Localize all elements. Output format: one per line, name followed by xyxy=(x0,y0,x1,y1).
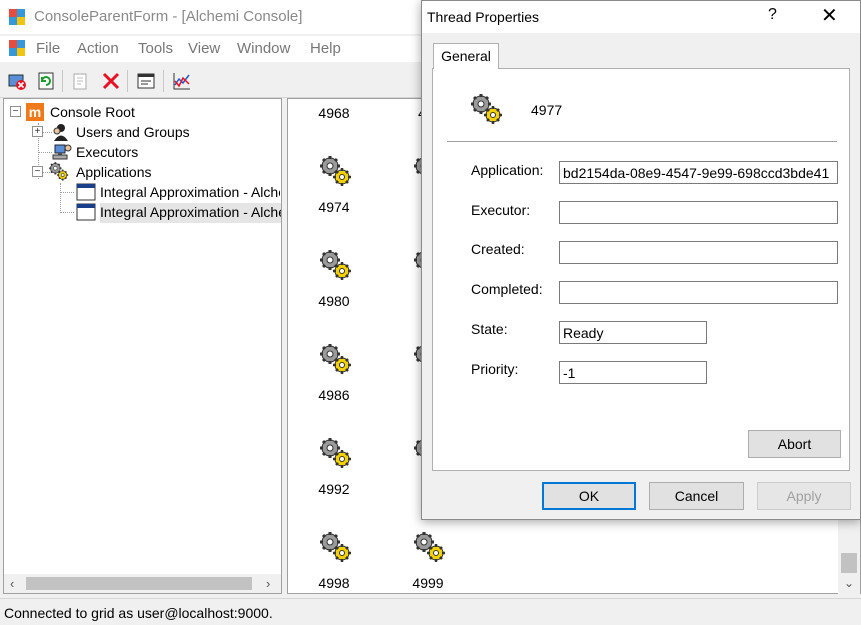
tree-item-executors[interactable]: Executors xyxy=(76,144,138,160)
thread-id: 4977 xyxy=(531,102,563,118)
window-title: ConsoleParentForm - [Alchemi Console] xyxy=(34,8,303,25)
menu-window[interactable]: Window xyxy=(237,40,290,57)
help-button[interactable]: ? xyxy=(768,6,777,24)
applications-expander[interactable]: − xyxy=(32,166,43,177)
root-expander[interactable]: − xyxy=(10,106,21,117)
thread-item-label: 4968 xyxy=(318,105,350,121)
tree-item-users-groups[interactable]: Users and Groups xyxy=(76,124,190,140)
list-scroll-thumb[interactable] xyxy=(841,553,857,573)
thread-gears-icon xyxy=(469,92,505,130)
priority-label: Priority: xyxy=(471,361,519,377)
console-root-icon: m xyxy=(26,103,44,124)
properties-button[interactable] xyxy=(134,69,158,93)
tree-horizontal-scrollbar[interactable]: ‹ › xyxy=(3,574,282,594)
tree-item-console-root[interactable]: Console Root xyxy=(50,104,135,120)
applications-icon xyxy=(48,161,70,186)
delete-button[interactable] xyxy=(99,69,123,93)
priority-field[interactable] xyxy=(559,361,707,384)
thread-item[interactable]: 4999 xyxy=(398,530,458,593)
delete-x-icon xyxy=(102,72,120,90)
thread-gears-icon xyxy=(318,530,354,568)
apply-button[interactable]: Apply xyxy=(757,482,851,510)
svg-text:m: m xyxy=(29,104,41,120)
connection-status: Connected to grid as user@localhost:9000… xyxy=(4,605,273,621)
tree-item-applications[interactable]: Applications xyxy=(76,164,152,180)
menu-help[interactable]: Help xyxy=(310,40,341,57)
scroll-right-icon[interactable]: › xyxy=(266,576,270,591)
refresh-button[interactable] xyxy=(34,69,58,93)
chart-icon xyxy=(173,73,190,90)
tree-item-application-selected[interactable]: Integral Approximation - Alcher xyxy=(100,203,281,223)
state-label: State: xyxy=(471,321,508,337)
thread-gears-icon xyxy=(318,342,354,380)
thread-item-label: 4998 xyxy=(318,575,350,591)
disconnect-icon xyxy=(8,74,26,90)
chart-button[interactable] xyxy=(170,69,194,93)
thread-properties-dialog: Thread Properties ? ✕ General 4977 Appli… xyxy=(421,0,861,520)
thread-gears-icon xyxy=(318,154,354,192)
dialog-title-bar: Thread Properties ? ✕ xyxy=(422,1,860,33)
completed-label: Completed: xyxy=(471,281,543,297)
tree-item-application[interactable]: Integral Approximation - Alcher xyxy=(100,184,280,200)
executor-field[interactable] xyxy=(559,201,838,224)
new-button[interactable] xyxy=(68,69,92,93)
properties-icon xyxy=(137,73,155,89)
menu-file[interactable]: File xyxy=(36,40,60,57)
thread-item[interactable]: 4986 xyxy=(304,342,364,413)
ok-button[interactable]: OK xyxy=(542,482,636,510)
cancel-button[interactable]: Cancel xyxy=(649,482,744,510)
menu-action[interactable]: Action xyxy=(77,40,119,57)
application-window-icon xyxy=(76,183,96,204)
thread-item-label: 4986 xyxy=(318,387,350,403)
general-tab-panel: 4977 Application: Executor: Created: Com… xyxy=(432,68,850,471)
thread-item[interactable]: 4980 xyxy=(304,248,364,319)
console-tree[interactable]: − m Console Root + Users and Groups Exec… xyxy=(3,98,282,594)
thread-item-label: 4999 xyxy=(412,575,444,591)
tab-general[interactable]: General xyxy=(433,43,499,69)
mdi-child-icon[interactable] xyxy=(9,40,25,59)
disconnect-button[interactable] xyxy=(5,69,29,93)
close-icon[interactable]: ✕ xyxy=(821,3,838,28)
refresh-icon xyxy=(38,72,54,90)
status-bar: Connected to grid as user@localhost:9000… xyxy=(0,598,861,625)
tree-scroll-thumb[interactable] xyxy=(26,577,252,590)
thread-item[interactable]: 4992 xyxy=(304,436,364,507)
dialog-title: Thread Properties xyxy=(427,9,540,25)
menu-view[interactable]: View xyxy=(188,40,220,57)
scroll-down-icon[interactable]: ⌄ xyxy=(844,576,854,590)
thread-item-label: 4974 xyxy=(318,199,350,215)
menu-tools[interactable]: Tools xyxy=(138,40,173,57)
executor-label: Executor: xyxy=(471,202,531,218)
thread-item-label: 4992 xyxy=(318,481,350,497)
abort-button[interactable]: Abort xyxy=(748,430,841,458)
thread-gears-icon xyxy=(412,530,448,568)
thread-item[interactable]: 4974 xyxy=(304,154,364,225)
completed-field[interactable] xyxy=(559,281,838,304)
application-window-icon xyxy=(76,203,96,224)
thread-item-label: 4980 xyxy=(318,293,350,309)
new-document-icon xyxy=(73,73,87,90)
thread-gears-icon xyxy=(318,248,354,286)
users-expander[interactable]: + xyxy=(32,126,43,137)
header-divider xyxy=(447,141,837,143)
thread-gears-icon xyxy=(318,436,354,474)
application-label: Application: xyxy=(471,162,544,178)
created-field[interactable] xyxy=(559,241,838,264)
app-window-icon xyxy=(9,9,25,28)
application-field[interactable] xyxy=(559,161,838,184)
state-field[interactable] xyxy=(559,321,707,344)
scroll-left-icon[interactable]: ‹ xyxy=(10,576,14,591)
created-label: Created: xyxy=(471,241,525,257)
thread-item[interactable]: 4998 xyxy=(304,530,364,593)
